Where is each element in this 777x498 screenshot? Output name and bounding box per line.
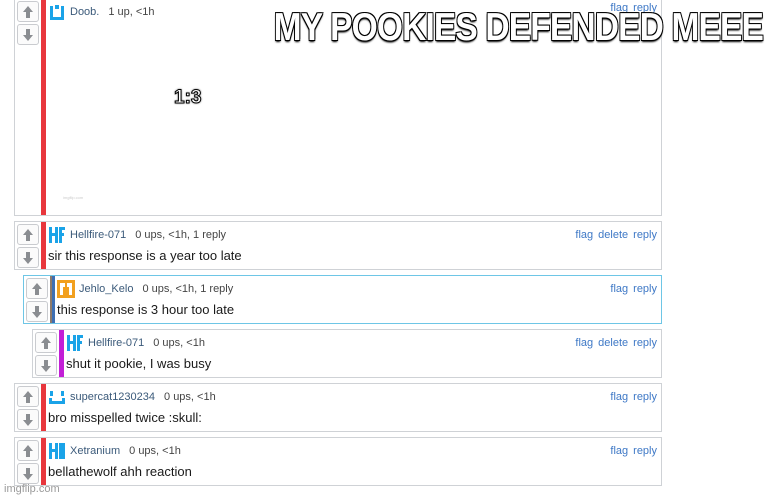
reply-link[interactable]: reply: [633, 391, 657, 403]
username-link[interactable]: supercat1230234: [70, 391, 155, 403]
upvote-button[interactable]: [35, 332, 57, 353]
arrow-down-icon: [32, 305, 42, 318]
downvote-button[interactable]: [17, 247, 39, 268]
arrow-down-icon: [41, 359, 51, 372]
comment-actions: flag reply: [610, 283, 657, 295]
reply-link[interactable]: reply: [633, 337, 657, 349]
upvote-button[interactable]: [17, 440, 39, 461]
embedded-image-watermark: imgflip.com: [63, 195, 84, 200]
arrow-down-icon: [23, 467, 33, 480]
downvote-button[interactable]: [26, 301, 48, 322]
arrow-up-icon: [41, 336, 51, 349]
arrow-up-icon: [23, 228, 33, 241]
flag-link[interactable]: flag: [575, 229, 593, 241]
comment-meta: Hellfire-071 0 ups, <1h, 1 reply: [46, 226, 226, 244]
user-avatar-icon[interactable]: [66, 334, 84, 352]
user-avatar-icon[interactable]: [48, 442, 66, 460]
user-avatar-icon[interactable]: [57, 280, 75, 298]
username-link[interactable]: Xetranium: [70, 445, 120, 457]
upvote-button[interactable]: [17, 1, 39, 22]
username-link[interactable]: Doob.: [70, 6, 99, 18]
vote-controls: [33, 330, 59, 376]
reply-link[interactable]: reply: [633, 229, 657, 241]
comment-meta: Jehlo_Kelo 0 ups, <1h, 1 reply: [55, 280, 233, 298]
delete-link[interactable]: delete: [598, 229, 628, 241]
comment-text: this response is 3 hour too late: [57, 302, 235, 317]
arrow-down-icon: [23, 251, 33, 264]
upvote-button[interactable]: [17, 224, 39, 245]
arrow-down-icon: [23, 413, 33, 426]
flag-link[interactable]: flag: [610, 283, 628, 295]
flag-link[interactable]: flag: [610, 391, 628, 403]
username-link[interactable]: Hellfire-071: [70, 229, 126, 241]
comment-meta: Hellfire-071 0 ups, <1h: [64, 334, 205, 352]
username-link[interactable]: Jehlo_Kelo: [79, 283, 133, 295]
comment-meta: Doob. 1 up, <1h: [46, 3, 155, 21]
embedded-image-text: 1:3: [173, 87, 202, 109]
comment-actions: flag reply: [610, 445, 657, 457]
comment-meta: supercat1230234 0 ups, <1h: [46, 388, 216, 406]
upvote-button[interactable]: [26, 278, 48, 299]
vote-controls: [24, 276, 50, 322]
comment: supercat1230234 0 ups, <1h flag reply br…: [14, 383, 662, 432]
comment: Hellfire-071 0 ups, <1h flag delete repl…: [32, 329, 662, 378]
comment-stats: 1 up, <1h: [108, 6, 155, 18]
comment-text: bellathewolf ahh reaction: [48, 464, 192, 479]
comment-text: sir this response is a year too late: [48, 248, 242, 263]
reply-link[interactable]: reply: [633, 283, 657, 295]
downvote-button[interactable]: [17, 409, 39, 430]
vote-controls: [15, 0, 41, 45]
vote-controls: [15, 384, 41, 430]
comment-stats: 0 ups, <1h: [164, 391, 216, 403]
arrow-up-icon: [23, 444, 33, 457]
flag-link[interactable]: flag: [575, 337, 593, 349]
meme-caption: MY POOKIES DEFENDED MEEE: [273, 5, 765, 50]
user-avatar-icon[interactable]: [48, 3, 66, 21]
comment-stats: 0 ups, <1h: [153, 337, 205, 349]
vote-controls: [15, 222, 41, 268]
comment-stats: 0 ups, <1h, 1 reply: [135, 229, 227, 241]
downvote-button[interactable]: [17, 463, 39, 484]
comment-stats: 0 ups, <1h: [129, 445, 181, 457]
comment-actions: flag delete reply: [575, 229, 657, 241]
arrow-down-icon: [23, 28, 33, 41]
comment-stats: 0 ups, <1h, 1 reply: [142, 283, 234, 295]
username-link[interactable]: Hellfire-071: [88, 337, 144, 349]
thread-bar: [41, 0, 46, 215]
arrow-up-icon: [23, 5, 33, 18]
downvote-button[interactable]: [17, 24, 39, 45]
comment-text: bro misspelled twice :skull:: [48, 410, 202, 425]
user-avatar-icon[interactable]: [48, 226, 66, 244]
comment-meta: Xetranium 0 ups, <1h: [46, 442, 181, 460]
arrow-up-icon: [32, 282, 42, 295]
comment-text: shut it pookie, I was busy: [66, 356, 212, 371]
user-avatar-icon[interactable]: [48, 388, 66, 406]
vote-controls: [15, 438, 41, 484]
delete-link[interactable]: delete: [598, 337, 628, 349]
flag-link[interactable]: flag: [610, 445, 628, 457]
arrow-up-icon: [23, 390, 33, 403]
upvote-button[interactable]: [17, 386, 39, 407]
comment: Hellfire-071 0 ups, <1h, 1 reply flag de…: [14, 221, 662, 270]
imgflip-watermark: imgflip.com: [4, 483, 60, 495]
comment: Xetranium 0 ups, <1h flag reply bellathe…: [14, 437, 662, 486]
comment-actions: flag delete reply: [575, 337, 657, 349]
downvote-button[interactable]: [35, 355, 57, 376]
reply-link[interactable]: reply: [633, 445, 657, 457]
comment-actions: flag reply: [610, 391, 657, 403]
comment: Jehlo_Kelo 0 ups, <1h, 1 reply flag repl…: [23, 275, 662, 324]
